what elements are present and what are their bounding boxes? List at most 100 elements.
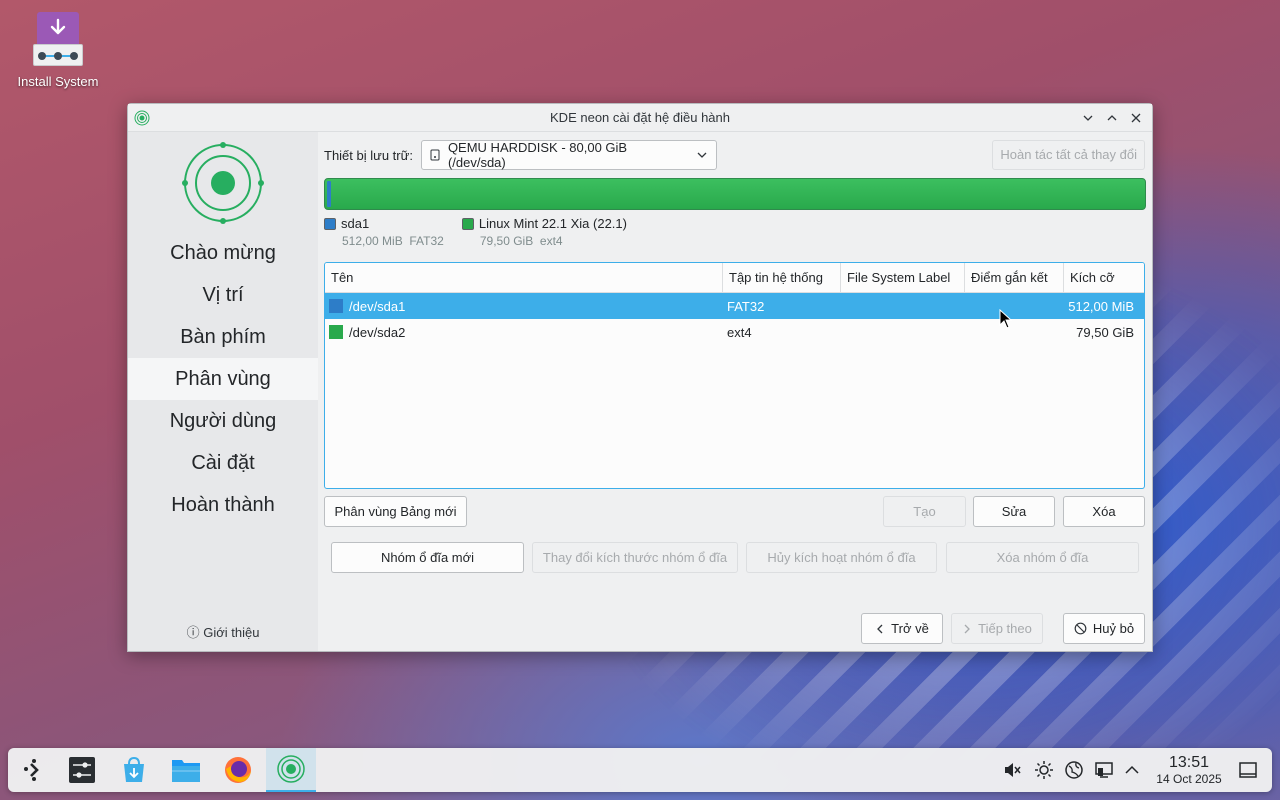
edit-partition-button[interactable]: Sửa bbox=[973, 496, 1055, 527]
display-icon bbox=[1095, 762, 1113, 778]
tray-expand-button[interactable] bbox=[1122, 760, 1144, 782]
info-icon: ⓘ bbox=[186, 625, 200, 640]
minimize-button[interactable] bbox=[1078, 108, 1098, 128]
launcher-icon bbox=[24, 759, 39, 781]
partition-color-swatch bbox=[329, 325, 343, 339]
table-header: Tên Tập tin hệ thống File System Label Đ… bbox=[325, 263, 1144, 293]
tray-volume[interactable] bbox=[1002, 760, 1024, 782]
column-header-name[interactable]: Tên bbox=[325, 263, 723, 292]
next-label: Tiếp theo bbox=[978, 621, 1032, 636]
step-install: Cài đặt bbox=[191, 452, 255, 474]
row-size: 79,50 GiB bbox=[1076, 324, 1134, 340]
tray-brightness[interactable] bbox=[1034, 760, 1056, 782]
partition-legend: sda1 512,00 MiB FAT32 Linux Mint 22.1 Xi… bbox=[324, 216, 627, 248]
desktop-icon-label: Install System bbox=[17, 74, 99, 89]
remove-volume-group-button[interactable]: Xóa nhóm ổ đĩa bbox=[946, 542, 1139, 573]
taskbar-app-installer[interactable] bbox=[266, 748, 316, 792]
chevron-down-icon bbox=[1083, 115, 1093, 121]
firefox-icon bbox=[225, 757, 251, 783]
muted-speaker-icon bbox=[1005, 763, 1021, 777]
column-header-fs-label[interactable]: File System Label bbox=[841, 263, 965, 292]
column-header-mount-point[interactable]: Điểm gắn kết bbox=[965, 263, 1064, 292]
partition-table[interactable]: Tên Tập tin hệ thống File System Label Đ… bbox=[324, 262, 1145, 489]
step-list: Chào mừng Vị trí Bàn phím Phân vùng Ngườ… bbox=[128, 232, 318, 526]
chevron-right-icon bbox=[964, 624, 971, 633]
back-button[interactable]: Trở về bbox=[861, 613, 943, 644]
mouse-cursor-icon bbox=[999, 309, 1012, 329]
row-name: /dev/sda2 bbox=[349, 324, 406, 340]
show-desktop-icon bbox=[1239, 762, 1257, 778]
partition-segment-sda1 bbox=[327, 181, 331, 207]
step-welcome: Chào mừng bbox=[170, 242, 276, 264]
calamares-logo-icon bbox=[182, 142, 264, 224]
table-row[interactable]: /dev/sda2 ext4 79,50 GiB bbox=[325, 319, 1144, 345]
cancel-button[interactable]: Huỷ bỏ bbox=[1063, 613, 1145, 644]
clock-time: 13:51 bbox=[1168, 754, 1210, 771]
legend-item: Linux Mint 22.1 Xia (22.1) 79,50 GiB ext… bbox=[461, 216, 627, 248]
steps-sidebar: Chào mừng Vị trí Bàn phím Phân vùng Ngườ… bbox=[128, 132, 318, 651]
step-location: Vị trí bbox=[202, 284, 244, 306]
step-users: Người dùng bbox=[169, 410, 277, 432]
close-button[interactable] bbox=[1126, 108, 1146, 128]
chevron-left-icon bbox=[877, 624, 883, 633]
desktop-icon-install-system[interactable]: Install System bbox=[10, 10, 106, 89]
taskbar-app-firefox[interactable] bbox=[222, 754, 254, 786]
files-icon bbox=[172, 760, 200, 782]
next-button[interactable]: Tiếp theo bbox=[951, 613, 1043, 644]
step-finish: Hoàn thành bbox=[171, 494, 275, 516]
back-label: Trở về bbox=[891, 621, 929, 636]
legend-item: sda1 512,00 MiB FAT32 bbox=[324, 216, 444, 248]
digital-clock[interactable]: 13:51 14 Oct 2025 bbox=[1148, 754, 1230, 786]
expand-tray-icon bbox=[1125, 765, 1139, 774]
taskbar-app-settings[interactable] bbox=[66, 754, 98, 786]
legend-size: 512,00 MiB bbox=[342, 234, 403, 248]
delete-partition-button[interactable]: Xóa bbox=[1063, 496, 1145, 527]
legend-fs: ext4 bbox=[539, 234, 563, 248]
taskbar: 13:51 14 Oct 2025 bbox=[8, 748, 1272, 792]
table-row[interactable]: /dev/sda1 FAT32 512,00 MiB bbox=[325, 293, 1144, 319]
storage-device-value: QEMU HARDDISK - 80,00 GiB (/dev/sda) bbox=[447, 140, 628, 170]
launcher-button[interactable] bbox=[16, 754, 52, 786]
installer-icon bbox=[277, 755, 305, 783]
disk-usage-bar bbox=[324, 178, 1146, 210]
deactivate-volume-group-button[interactable]: Hủy kích hoạt nhóm ổ đĩa bbox=[746, 542, 937, 573]
resize-volume-group-button[interactable]: Thay đổi kích thước nhóm ổ đĩa bbox=[532, 542, 738, 573]
tray-network[interactable] bbox=[1064, 760, 1086, 782]
row-fs: ext4 bbox=[727, 324, 752, 340]
new-volume-group-button[interactable]: Nhóm ổ đĩa mới bbox=[331, 542, 524, 573]
network-icon bbox=[1065, 761, 1083, 779]
legend-name: Linux Mint 22.1 Xia (22.1) bbox=[478, 216, 627, 231]
cancel-icon bbox=[1074, 622, 1087, 635]
taskbar-app-files[interactable] bbox=[170, 754, 202, 786]
partition-page: Thiết bị lưu trữ: QEMU HARDDISK - 80,00 … bbox=[318, 132, 1152, 651]
legend-fs: FAT32 bbox=[409, 234, 444, 248]
legend-swatch bbox=[461, 217, 474, 230]
tray-display[interactable] bbox=[1094, 760, 1116, 782]
show-desktop-button[interactable] bbox=[1238, 760, 1260, 782]
undo-all-button[interactable]: Hoàn tác tất cả thay đổi bbox=[992, 140, 1145, 170]
new-partition-table-button[interactable]: Phân vùng Bảng mới bbox=[324, 496, 467, 527]
taskbar-app-discover[interactable] bbox=[118, 754, 150, 786]
partition-color-swatch bbox=[329, 299, 343, 313]
legend-swatch bbox=[324, 217, 336, 230]
calamares-app-icon bbox=[134, 110, 150, 126]
row-name: /dev/sda1 bbox=[349, 298, 406, 314]
column-header-filesystem[interactable]: Tập tin hệ thống bbox=[723, 263, 841, 292]
install-system-icon bbox=[30, 10, 86, 68]
storage-device-label: Thiết bị lưu trữ: bbox=[324, 147, 413, 163]
chevron-up-icon bbox=[1107, 115, 1117, 121]
legend-name: sda1 bbox=[341, 216, 370, 231]
title-bar[interactable]: KDE neon cài đặt hệ điều hành bbox=[128, 104, 1152, 132]
step-partitions: Phân vùng bbox=[128, 358, 318, 400]
step-keyboard: Bàn phím bbox=[180, 326, 266, 348]
legend-size: 79,50 GiB bbox=[479, 234, 534, 248]
maximize-button[interactable] bbox=[1102, 108, 1122, 128]
about-button[interactable]: ⓘ Giới thiệu bbox=[128, 622, 318, 641]
chevron-down-icon bbox=[697, 152, 707, 158]
storage-device-select[interactable]: QEMU HARDDISK - 80,00 GiB (/dev/sda) bbox=[420, 140, 717, 170]
column-header-size[interactable]: Kích cỡ bbox=[1064, 263, 1144, 292]
about-label: Giới thiệu bbox=[203, 625, 260, 640]
settings-icon bbox=[69, 757, 95, 783]
harddisk-icon bbox=[430, 149, 440, 161]
create-partition-button[interactable]: Tạo bbox=[883, 496, 966, 527]
